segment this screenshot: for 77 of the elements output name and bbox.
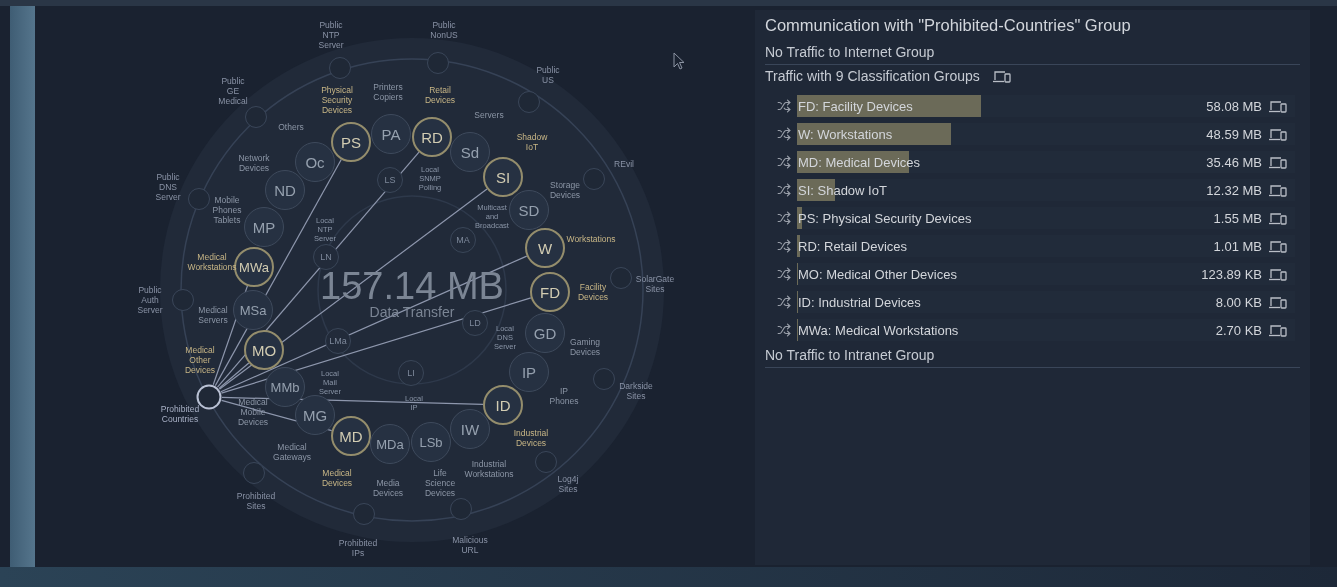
traffic-value: 35.46 MB bbox=[1206, 154, 1262, 170]
node-label: Public DNS Server bbox=[155, 172, 181, 202]
shuffle-icon[interactable] bbox=[777, 323, 791, 337]
node-label: Printers Copiers bbox=[373, 82, 403, 102]
group-name[interactable]: SI: Shadow IoT bbox=[797, 182, 887, 198]
traffic-value: 123.89 KB bbox=[1201, 266, 1262, 282]
devices-icon[interactable] bbox=[1268, 323, 1287, 337]
devices-icon[interactable] bbox=[1268, 155, 1287, 169]
shuffle-icon[interactable] bbox=[777, 183, 791, 197]
devices-icon[interactable] bbox=[1268, 239, 1287, 253]
node-label: Medical Other Devices bbox=[184, 345, 216, 375]
node-label: Public US bbox=[536, 65, 560, 85]
node-label: Retail Devices bbox=[424, 85, 456, 105]
node-label: Industrial Devices bbox=[513, 428, 549, 448]
traffic-value: 8.00 KB bbox=[1215, 294, 1262, 310]
shuffle-icon[interactable] bbox=[777, 99, 791, 113]
group-name[interactable]: W: Workstations bbox=[797, 126, 893, 142]
shuffle-icon[interactable] bbox=[777, 155, 791, 169]
traffic-value: 1.01 MB bbox=[1213, 238, 1262, 254]
shuffle-icon[interactable] bbox=[777, 295, 791, 309]
node-label: Public GE Medical bbox=[218, 76, 248, 106]
traffic-value: 1.55 MB bbox=[1213, 210, 1262, 226]
devices-icon[interactable] bbox=[1268, 295, 1287, 309]
panel-title: Communication with "Prohibited-Countries" Group bbox=[765, 15, 1132, 36]
traffic-value: 12.32 MB bbox=[1206, 182, 1262, 198]
group-name[interactable]: ID: Industrial Devices bbox=[797, 294, 921, 310]
devices-icon[interactable] bbox=[991, 69, 1011, 83]
node-label: Prohibited IPs bbox=[338, 538, 378, 558]
node-label: Media Devices bbox=[372, 478, 404, 498]
node-label: Malicious URL bbox=[452, 535, 488, 555]
group-name[interactable]: MWa: Medical Workstations bbox=[797, 322, 959, 338]
node-label: Mobile Phones Tablets bbox=[212, 195, 242, 225]
node-label: Shadow IoT bbox=[516, 132, 548, 152]
devices-icon[interactable] bbox=[1268, 99, 1287, 113]
node-label: Workstations bbox=[566, 234, 616, 244]
node-label: Life Science Devices bbox=[424, 468, 456, 498]
node-label: Darkside Sites bbox=[619, 381, 653, 401]
node-label: Public NTP Server bbox=[318, 20, 344, 50]
node-label: Gaming Devices bbox=[569, 337, 601, 357]
shuffle-icon[interactable] bbox=[777, 239, 791, 253]
total-label: Data Transfer bbox=[369, 304, 455, 320]
node-label: Network Devices bbox=[238, 153, 270, 173]
node-label: SolarGate Sites bbox=[635, 274, 675, 294]
traffic-value: 2.70 KB bbox=[1215, 322, 1262, 338]
node-label: Others bbox=[278, 122, 304, 132]
devices-icon[interactable] bbox=[1268, 211, 1287, 225]
node-label: Facility Devices bbox=[577, 282, 609, 302]
node-label: Physical Security Devices bbox=[321, 85, 353, 115]
devices-icon[interactable] bbox=[1268, 267, 1287, 281]
node-label: Public Auth Server bbox=[137, 285, 163, 315]
node-label: Prohibited Countries bbox=[160, 404, 200, 424]
shuffle-icon[interactable] bbox=[777, 211, 791, 225]
traffic-value: 48.59 MB bbox=[1206, 126, 1262, 142]
group-name[interactable]: PS: Physical Security Devices bbox=[797, 210, 972, 226]
group-name[interactable]: FD: Facility Devices bbox=[797, 98, 913, 114]
node-label: REvil bbox=[614, 159, 634, 169]
group-name[interactable]: RD: Retail Devices bbox=[797, 238, 908, 254]
section-heading: No Traffic to Internet Group bbox=[765, 44, 935, 60]
node-label: Medical Gateways bbox=[273, 442, 311, 462]
shuffle-icon[interactable] bbox=[777, 127, 791, 141]
node-label: Medical Servers bbox=[198, 305, 228, 325]
node-label: Log4j Sites bbox=[557, 474, 579, 494]
node-label: Public NonUS bbox=[430, 20, 458, 40]
node-label: Storage Devices bbox=[549, 180, 581, 200]
node-label: Servers bbox=[474, 110, 504, 120]
traffic-value: 58.08 MB bbox=[1206, 98, 1262, 114]
group-name[interactable]: MO: Medical Other Devices bbox=[797, 266, 957, 282]
section-heading: No Traffic to Intranet Group bbox=[765, 347, 935, 363]
shuffle-icon[interactable] bbox=[777, 267, 791, 281]
node-label: Industrial Workstations bbox=[464, 459, 514, 479]
node-label: IP Phones bbox=[549, 386, 579, 406]
section-heading: Traffic with 9 Classification Groups bbox=[765, 68, 980, 84]
node-label: Medical Devices bbox=[321, 468, 353, 488]
devices-icon[interactable] bbox=[1268, 183, 1287, 197]
devices-icon[interactable] bbox=[1268, 127, 1287, 141]
cursor-icon bbox=[673, 52, 685, 70]
node-label: Prohibited Sites bbox=[236, 491, 276, 511]
